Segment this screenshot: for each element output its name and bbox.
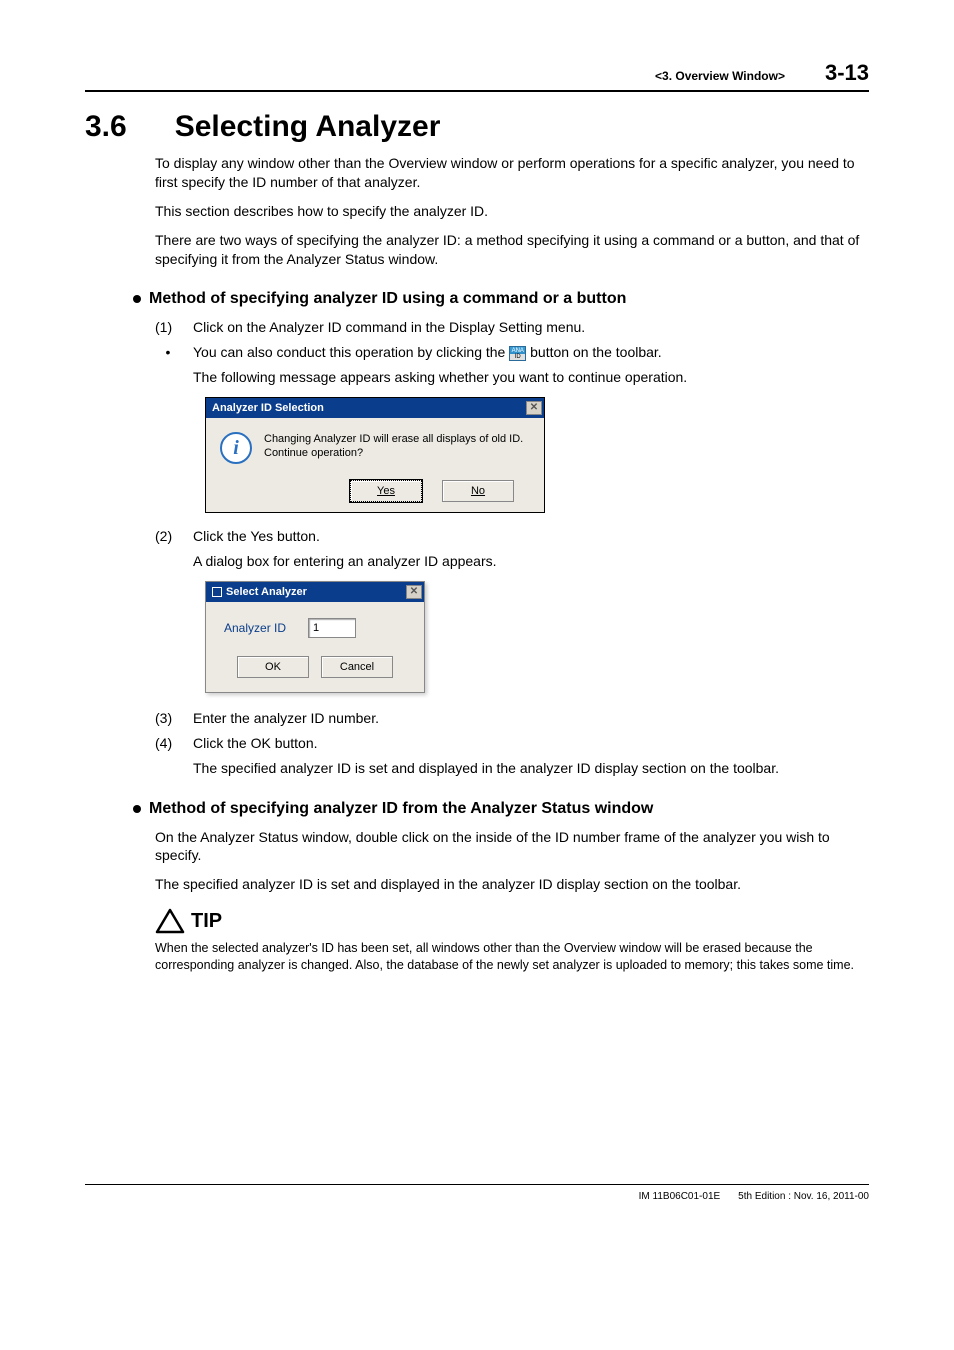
dialog1-titlebar: Analyzer ID Selection ✕	[206, 398, 544, 418]
intro-para-3: There are two ways of specifying the ana…	[155, 231, 869, 269]
no-button[interactable]: No	[442, 480, 514, 502]
method2-heading-text: Method of specifying analyzer ID from th…	[149, 800, 653, 818]
yes-button[interactable]: Yes	[350, 480, 422, 502]
bullet-char: •	[155, 343, 181, 362]
step-1b-text: You can also conduct this operation by c…	[193, 343, 869, 362]
step-1c-text: The following message appears asking whe…	[193, 368, 869, 387]
intro-para-2: This section describes how to specify th…	[155, 202, 869, 221]
footer-doc-id: IM 11B06C01-01E	[639, 1191, 721, 1202]
section-number: 3.6	[85, 110, 127, 144]
tip-label: TIP	[191, 910, 222, 933]
footer-edition: 5th Edition : Nov. 16, 2011-00	[738, 1191, 869, 1202]
step-3-num: (3)	[155, 709, 181, 728]
step-4-num: (4)	[155, 734, 181, 753]
method2-heading: Method of specifying analyzer ID from th…	[133, 800, 869, 818]
chapter-label: <3. Overview Window>	[655, 69, 785, 83]
dialog1-message: Changing Analyzer ID will erase all disp…	[264, 432, 523, 461]
step-4-text: Click the OK button.	[193, 734, 869, 753]
intro-para-1: To display any window other than the Ove…	[155, 154, 869, 192]
step-2b-text: A dialog box for entering an analyzer ID…	[193, 552, 869, 571]
bullet-icon	[133, 805, 141, 813]
tip-block: TIP When the selected analyzer's ID has …	[155, 908, 869, 974]
dialog2-title-text: Select Analyzer	[212, 586, 307, 598]
page-header: <3. Overview Window> 3-13	[85, 60, 869, 92]
page-footer: IM 11B06C01-01E 5th Edition : Nov. 16, 2…	[85, 1184, 869, 1202]
close-icon[interactable]: ✕	[406, 585, 422, 599]
section-title: 3.6 Selecting Analyzer	[85, 110, 869, 144]
analyzer-id-input[interactable]	[308, 618, 356, 638]
dialog2-titlebar: Select Analyzer ✕	[206, 582, 424, 602]
method2-para-1: On the Analyzer Status window, double cl…	[155, 828, 869, 866]
app-icon	[212, 587, 222, 597]
method1-heading-text: Method of specifying analyzer ID using a…	[149, 290, 626, 308]
step-4: (4) Click the OK button.	[155, 734, 869, 753]
dialog1-msg-line1: Changing Analyzer ID will erase all disp…	[264, 432, 523, 446]
step-1b-pre: You can also conduct this operation by c…	[193, 344, 509, 360]
step-4b-text: The specified analyzer ID is set and dis…	[193, 759, 869, 778]
bullet-icon	[133, 295, 141, 303]
tip-text: When the selected analyzer's ID has been…	[155, 940, 869, 974]
select-analyzer-dialog: Select Analyzer ✕ Analyzer ID OK Cancel	[205, 581, 425, 693]
warning-triangle-icon	[155, 908, 185, 934]
step-1-bullet: • You can also conduct this operation by…	[155, 343, 869, 362]
step-1-text: Click on the Analyzer ID command in the …	[193, 318, 869, 337]
section-heading: Selecting Analyzer	[175, 110, 441, 144]
method1-heading: Method of specifying analyzer ID using a…	[133, 290, 869, 308]
step-3: (3) Enter the analyzer ID number.	[155, 709, 869, 728]
ana-id-toolbar-icon: ANA	[509, 346, 526, 361]
analyzer-id-selection-dialog: Analyzer ID Selection ✕ i Changing Analy…	[205, 397, 545, 513]
cancel-button[interactable]: Cancel	[321, 656, 393, 678]
step-1-num: (1)	[155, 318, 181, 337]
info-icon: i	[220, 432, 252, 464]
dialog1-msg-line2: Continue operation?	[264, 446, 523, 460]
page-number: 3-13	[825, 60, 869, 86]
dialog1-title-text: Analyzer ID Selection	[212, 402, 324, 414]
close-icon[interactable]: ✕	[526, 401, 542, 415]
step-1b-post: button on the toolbar.	[526, 344, 661, 360]
analyzer-id-label: Analyzer ID	[224, 621, 286, 635]
step-2: (2) Click the Yes button.	[155, 527, 869, 546]
step-3-text: Enter the analyzer ID number.	[193, 709, 869, 728]
step-2-num: (2)	[155, 527, 181, 546]
method2-para-2: The specified analyzer ID is set and dis…	[155, 875, 869, 894]
step-1: (1) Click on the Analyzer ID command in …	[155, 318, 869, 337]
step-2-text: Click the Yes button.	[193, 527, 869, 546]
ok-button[interactable]: OK	[237, 656, 309, 678]
